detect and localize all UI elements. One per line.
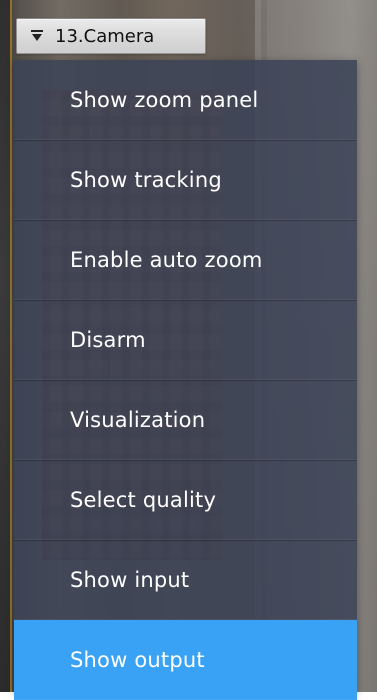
- menu-item-label: Visualization: [70, 408, 206, 432]
- menu-item-label: Show tracking: [70, 168, 222, 192]
- menu-item-label: Disarm: [70, 328, 146, 352]
- dropdown-icon: [29, 28, 45, 44]
- left-edge-indicator: [0, 0, 12, 692]
- camera-title-dropdown[interactable]: 13.Camera: [16, 18, 206, 54]
- menu-item-show-tracking[interactable]: Show tracking: [14, 140, 357, 220]
- menu-item-select-quality[interactable]: Select quality: [14, 460, 357, 540]
- menu-item-enable-auto-zoom[interactable]: Enable auto zoom: [14, 220, 357, 300]
- camera-context-menu: Show zoom panel Show tracking Enable aut…: [14, 60, 357, 700]
- camera-title-label: 13.Camera: [55, 25, 155, 47]
- menu-item-label: Select quality: [70, 488, 217, 512]
- menu-item-disarm[interactable]: Disarm: [14, 300, 357, 380]
- menu-item-label: Enable auto zoom: [70, 248, 263, 272]
- menu-item-visualization[interactable]: Visualization: [14, 380, 357, 460]
- menu-item-label: Show output: [70, 648, 205, 672]
- menu-item-show-input[interactable]: Show input: [14, 540, 357, 620]
- menu-item-show-output[interactable]: Show output: [14, 620, 357, 700]
- menu-item-label: Show zoom panel: [70, 87, 259, 112]
- menu-item-label: Show input: [70, 568, 190, 592]
- menu-item-show-zoom-panel[interactable]: Show zoom panel: [14, 60, 357, 140]
